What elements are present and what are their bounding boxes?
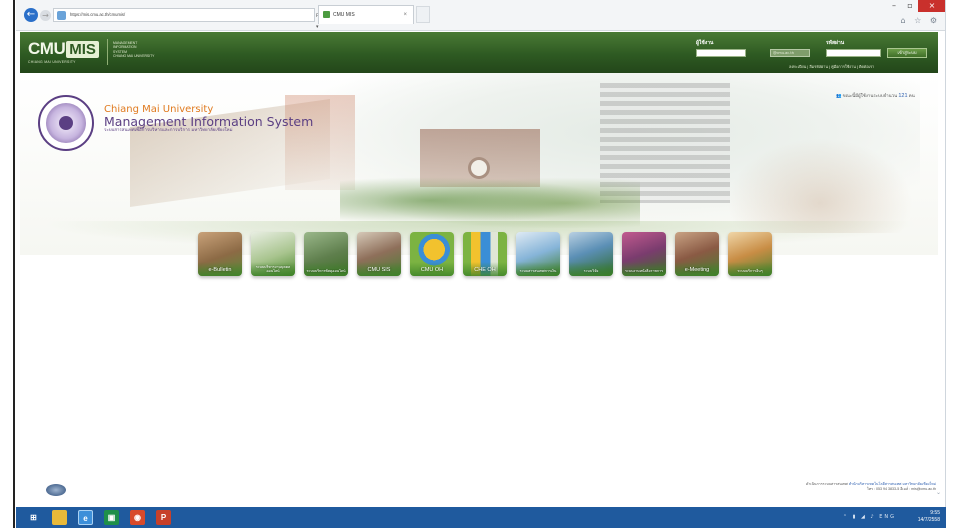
tile-procurement[interactable]: ระบบบริหารพัสดุออนไลน์ xyxy=(304,232,348,276)
footer-office-link[interactable]: สำนักบริหารเทคโนโลยีสารสนเทศ มหาวิทยาลัย… xyxy=(849,482,936,486)
tile-personnel[interactable]: ระบบบริหารงานบุคคลออนไลน์ xyxy=(251,232,295,276)
browser-tool-icons[interactable]: ⌂ ☆ ⚙ xyxy=(900,16,940,25)
footer-logo-icon xyxy=(46,484,66,496)
title-system: Management Information System xyxy=(104,114,314,129)
footer-contact: ดำเนินการระบบสารสนเทศ สำนักบริหารเทคโนโล… xyxy=(776,482,936,492)
tile-label: CMU SIS xyxy=(367,267,391,273)
tray-date: 14/7/2558 xyxy=(917,517,940,523)
logo-university-text: CHIANG MAI UNIVERSITY xyxy=(28,60,76,64)
screenshot-frame: ← → https://mis.cmu.ac.th/cmumis/ ρ ▾ 🔒 … xyxy=(0,0,960,528)
tile-label: e-Meeting xyxy=(684,267,710,273)
header-links[interactable]: ลงทะเบียน | ลืมรหัสผ่าน | คู่มือการใช้งา… xyxy=(789,64,874,70)
password-label: รหัสผ่าน xyxy=(826,40,845,46)
tile-label: ระบบบริหารงานบุคคลออนไลน์ xyxy=(255,265,291,273)
windows-taskbar: ⊞ e ▣ ◉ P ⌃ ▮ ◢ ♪ ENG 9:55 14/7/2558 xyxy=(16,507,946,528)
logo-mis-text: MIS xyxy=(66,41,99,58)
maximize-button[interactable]: ▫ xyxy=(902,0,918,12)
username-label: ผู้ใช้งาน xyxy=(696,40,714,46)
tile-label: ระบบบริหารพัสดุออนไลน์ xyxy=(306,269,346,273)
tile-finance[interactable]: ระบบสารสนเทศการเงิน xyxy=(516,232,560,276)
tab-title: CMU MIS xyxy=(333,12,355,18)
tile-official-documents[interactable]: ระบบงานหนังสือราชการ xyxy=(622,232,666,276)
tile-cmu-sis[interactable]: CMU SIS xyxy=(357,232,401,276)
site-header: CMU MIS CHIANG MAI UNIVERSITY MANAGEMENT … xyxy=(20,32,938,73)
footer-line2: โทร : 053 94 3833-5 อีเมล์ : mis@cmu.ac.… xyxy=(866,487,936,492)
browser-window: ← → https://mis.cmu.ac.th/cmumis/ ρ ▾ 🔒 … xyxy=(16,0,946,528)
online-prefix: 👥 ขณะนี้มีผู้ใช้งานระบบจำนวน xyxy=(836,93,898,98)
address-bar[interactable]: https://mis.cmu.ac.th/cmumis/ ρ ▾ 🔒 C xyxy=(53,8,322,54)
tray-language[interactable]: ENG xyxy=(879,514,896,520)
tile-cmu-oh[interactable]: CMU OH xyxy=(410,232,454,276)
tab-cmu-mis[interactable]: CMU MIS × xyxy=(318,5,414,24)
logo-divider xyxy=(107,39,108,65)
tray-time: 9:55 xyxy=(930,510,940,516)
tile-other-services[interactable]: ระบบบริการอื่นๆ xyxy=(728,232,772,276)
left-border-line xyxy=(13,0,15,528)
browser-toolbar: ← → https://mis.cmu.ac.th/cmumis/ ρ ▾ 🔒 … xyxy=(16,0,945,54)
login-button[interactable]: เข้าสู่ระบบ xyxy=(887,48,927,58)
university-seal-icon xyxy=(38,95,94,151)
powerpoint-icon[interactable]: P xyxy=(156,510,171,525)
tile-label: ระบบงานหนังสือราชการ xyxy=(624,269,664,273)
online-count: 121 xyxy=(898,93,908,99)
tile-label: ระบบบริการอื่นๆ xyxy=(737,269,763,273)
banner-trees xyxy=(340,173,640,228)
tile-e-meeting[interactable]: e-Meeting xyxy=(675,232,719,276)
domain-select[interactable]: @cmu.ac.th xyxy=(770,49,810,57)
minimize-button[interactable]: – xyxy=(886,0,902,12)
logo-cmu-text: CMU xyxy=(28,39,66,58)
windows-start-icon[interactable]: ⊞ xyxy=(26,510,41,525)
banner-people xyxy=(720,133,920,233)
login-form: ผู้ใช้งาน @cmu.ac.th รหัสผ่าน เข้าสู่ระบ… xyxy=(696,37,936,71)
logo-description: MANAGEMENT INFORMATION SYSTEM CHIANG MAI… xyxy=(113,41,155,59)
forward-arrow-icon[interactable]: → xyxy=(40,10,51,21)
window-controls: – ▫ × xyxy=(886,0,945,13)
tile-research[interactable]: ระบบวิจัย xyxy=(569,232,613,276)
site-identity-icon[interactable] xyxy=(57,11,66,20)
chrome-icon[interactable]: ◉ xyxy=(130,510,145,525)
tab-favicon-icon xyxy=(323,11,330,18)
tile-label: ระบบวิจัย xyxy=(583,269,599,273)
tile-label: CHE OH xyxy=(474,267,496,273)
close-button[interactable]: × xyxy=(918,0,945,12)
seal-core xyxy=(59,116,73,130)
address-url: https://mis.cmu.ac.th/cmumis/ xyxy=(70,12,126,17)
back-arrow-icon[interactable]: ← xyxy=(24,8,38,22)
tile-label: ระบบสารสนเทศการเงิน xyxy=(519,269,557,273)
tile-label: CMU OH xyxy=(420,267,444,273)
tile-che-oh[interactable]: CHE OH xyxy=(463,232,507,276)
green-app-icon[interactable]: ▣ xyxy=(104,510,119,525)
tile-label: e-Bulletin xyxy=(208,267,232,273)
system-clock[interactable]: 9:55 14/7/2558 xyxy=(918,510,940,524)
tile-e-bulletin[interactable]: e-Bulletin xyxy=(198,232,242,276)
internet-explorer-icon[interactable]: e xyxy=(78,510,93,525)
online-users-counter: 👥 ขณะนี้มีผู้ใช้งานระบบจำนวน 121 คน xyxy=(836,92,915,99)
banner-gate-emblem xyxy=(468,157,490,179)
new-tab-button[interactable] xyxy=(416,6,430,23)
system-tray-icons[interactable]: ⌃ ▮ ◢ ♪ ENG xyxy=(843,514,896,520)
cmu-mis-logo[interactable]: CMU MIS CHIANG MAI UNIVERSITY xyxy=(28,39,99,64)
footer-prefix: ดำเนินการระบบสารสนเทศ xyxy=(806,482,848,486)
online-suffix: คน xyxy=(908,93,915,98)
file-explorer-icon[interactable] xyxy=(52,510,67,525)
seal-ring xyxy=(46,103,86,143)
tab-close-icon[interactable]: × xyxy=(403,6,407,24)
username-input[interactable] xyxy=(696,49,746,57)
site-title: Chiang Mai University Management Informa… xyxy=(104,104,313,134)
scroll-down-arrow-icon[interactable]: ⌄ xyxy=(936,489,941,496)
password-input[interactable] xyxy=(826,49,881,57)
